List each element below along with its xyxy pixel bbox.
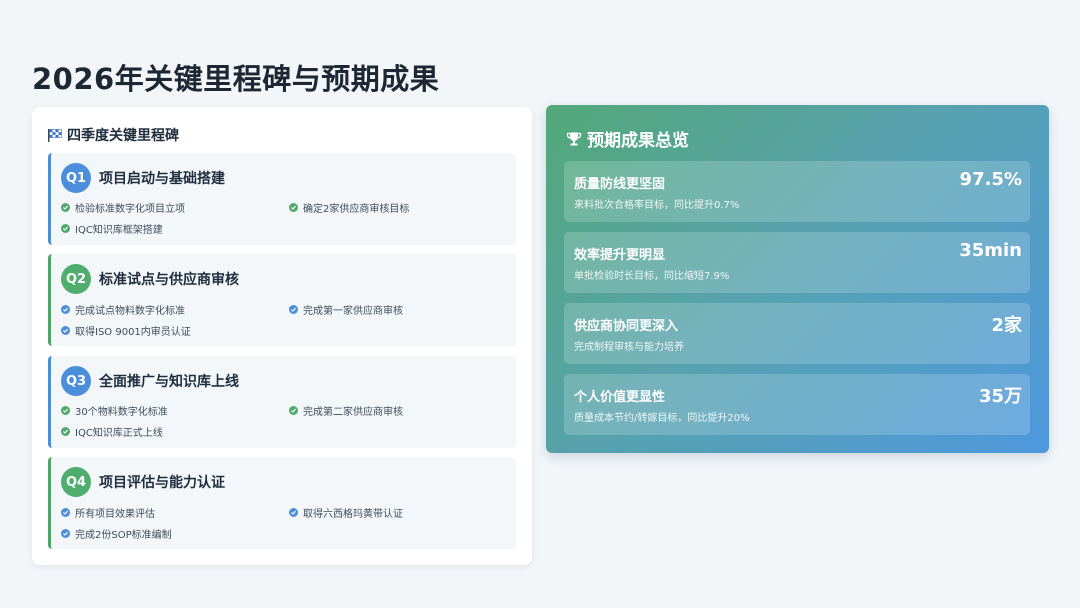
milestone-item-label: 完成第一家供应商审核 — [303, 306, 403, 317]
result-title: 效率提升更明显 — [574, 248, 666, 263]
milestone-item: 确定2家供应商审核目标 — [289, 200, 409, 215]
check-circle-icon — [289, 203, 298, 212]
milestone-item: 检验标准数字化项目立项 — [61, 200, 185, 215]
result-item: 供应商协同更深入 完成制程审核与能力培养 2家 — [564, 303, 1030, 364]
check-circle-icon — [61, 529, 70, 538]
milestone-item-label: IQC知识库正式上线 — [75, 428, 163, 439]
quarter-block-q4: Q4 项目评估与能力认证 所有项目效果评估 取得六西格玛黄带认证 完成2份SOP… — [48, 457, 516, 549]
milestone-item-label: 完成试点物料数字化标准 — [75, 306, 185, 317]
milestone-item: 完成2份SOP标准编制 — [61, 526, 172, 541]
quarter-badge: Q2 — [61, 264, 91, 294]
check-circle-icon — [61, 203, 70, 212]
result-value: 2家 — [991, 315, 1022, 336]
milestone-item: IQC知识库框架搭建 — [61, 221, 163, 236]
quarter-title: 全面推广与知识库上线 — [99, 374, 239, 390]
milestone-item: IQC知识库正式上线 — [61, 424, 163, 439]
result-value: 35min — [959, 240, 1022, 261]
check-circle-icon — [61, 406, 70, 415]
result-subtitle: 质量成本节约/转嫁目标，同比提升20% — [574, 413, 750, 424]
milestone-item: 完成第一家供应商审核 — [289, 302, 403, 317]
quarter-block-q2: Q2 标准试点与供应商审核 完成试点物料数字化标准 完成第一家供应商审核 取得I… — [48, 254, 516, 346]
checkered-flag-icon — [48, 128, 62, 142]
quarter-badge: Q1 — [61, 163, 91, 193]
milestone-item-label: 取得ISO 9001内审员认证 — [75, 327, 191, 338]
milestone-item-label: 完成2份SOP标准编制 — [75, 530, 172, 541]
result-value: 35万 — [978, 386, 1022, 407]
milestone-item-label: IQC知识库框架搭建 — [75, 225, 163, 236]
milestone-item-label: 完成第二家供应商审核 — [303, 407, 403, 418]
milestone-item-label: 30个物料数字化标准 — [75, 407, 168, 418]
results-heading: 预期成果总览 — [566, 126, 689, 151]
result-value: 97.5% — [959, 169, 1022, 190]
milestone-item-label: 确定2家供应商审核目标 — [303, 204, 410, 215]
result-title: 个人价值更显性 — [574, 390, 666, 405]
quarter-badge: Q4 — [61, 467, 91, 497]
result-subtitle: 完成制程审核与能力培养 — [574, 342, 684, 353]
result-item: 效率提升更明显 单批检验时长目标，同比缩短7.9% 35min — [564, 232, 1030, 293]
milestone-item-label: 取得六西格玛黄带认证 — [303, 509, 403, 520]
result-subtitle: 单批检验时长目标，同比缩短7.9% — [574, 271, 730, 282]
quarter-block-q1: Q1 项目启动与基础搭建 检验标准数字化项目立项 确定2家供应商审核目标 IQC… — [48, 153, 516, 245]
milestone-item-label: 所有项目效果评估 — [75, 509, 155, 520]
milestones-card: 四季度关键里程碑 Q1 项目启动与基础搭建 检验标准数字化项目立项 确定2家供应… — [32, 107, 532, 565]
milestone-item: 取得六西格玛黄带认证 — [289, 505, 403, 520]
milestone-item-label: 检验标准数字化项目立项 — [75, 204, 185, 215]
milestones-heading-label: 四季度关键里程碑 — [67, 128, 179, 144]
quarter-badge: Q3 — [61, 366, 91, 396]
quarter-title: 项目评估与能力认证 — [99, 475, 225, 491]
check-circle-icon — [289, 305, 298, 314]
results-card: 预期成果总览 质量防线更坚固 来料批次合格率目标，同比提升0.7% 97.5% … — [546, 105, 1049, 453]
check-circle-icon — [61, 305, 70, 314]
result-title: 供应商协同更深入 — [574, 319, 679, 334]
milestone-item: 取得ISO 9001内审员认证 — [61, 323, 191, 338]
results-heading-label: 预期成果总览 — [587, 131, 689, 151]
check-circle-icon — [61, 224, 70, 233]
result-item: 个人价值更显性 质量成本节约/转嫁目标，同比提升20% 35万 — [564, 374, 1030, 435]
quarter-title: 标准试点与供应商审核 — [99, 272, 239, 288]
milestones-heading: 四季度关键里程碑 — [48, 125, 179, 145]
check-circle-icon — [61, 508, 70, 517]
check-circle-icon — [61, 326, 70, 335]
check-circle-icon — [61, 427, 70, 436]
milestone-item: 所有项目效果评估 — [61, 505, 155, 520]
quarter-block-q3: Q3 全面推广与知识库上线 30个物料数字化标准 完成第二家供应商审核 IQC知… — [48, 356, 516, 448]
milestone-item: 30个物料数字化标准 — [61, 403, 168, 418]
page-title: 2026年关键里程碑与预期成果 — [32, 62, 440, 96]
result-item: 质量防线更坚固 来料批次合格率目标，同比提升0.7% 97.5% — [564, 161, 1030, 222]
check-circle-icon — [289, 406, 298, 415]
milestone-item: 完成第二家供应商审核 — [289, 403, 403, 418]
quarter-title: 项目启动与基础搭建 — [99, 171, 225, 187]
check-circle-icon — [289, 508, 298, 517]
result-title: 质量防线更坚固 — [574, 177, 666, 192]
trophy-icon — [566, 132, 582, 145]
result-subtitle: 来料批次合格率目标，同比提升0.7% — [574, 200, 740, 211]
milestone-item: 完成试点物料数字化标准 — [61, 302, 185, 317]
